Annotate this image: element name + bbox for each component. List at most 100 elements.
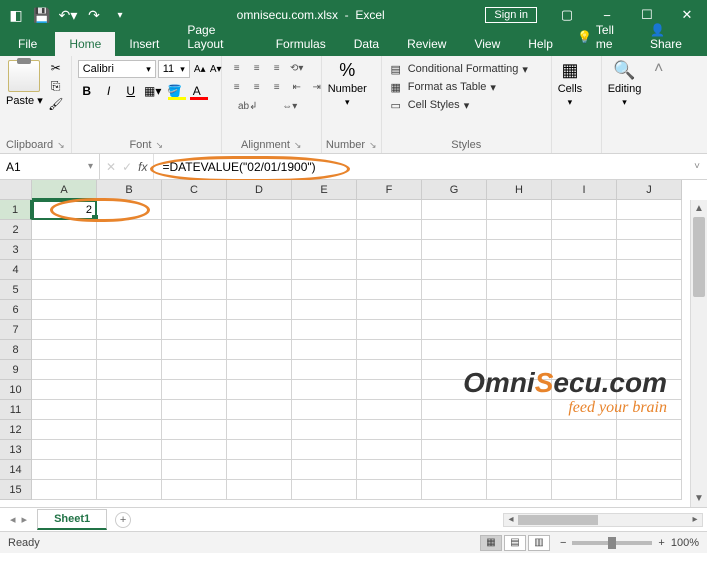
cell-g5[interactable] xyxy=(422,280,487,300)
cell-f8[interactable] xyxy=(357,340,422,360)
row-header-11[interactable]: 11 xyxy=(0,400,32,420)
cell-i8[interactable] xyxy=(552,340,617,360)
font-size-select[interactable]: 11▾ xyxy=(158,60,190,78)
cell-e4[interactable] xyxy=(292,260,357,280)
cell-c10[interactable] xyxy=(162,380,227,400)
row-header-5[interactable]: 5 xyxy=(0,280,32,300)
cell-e15[interactable] xyxy=(292,480,357,500)
cell-h4[interactable] xyxy=(487,260,552,280)
cell-a12[interactable] xyxy=(32,420,97,440)
cell-styles-button[interactable]: ▭Cell Styles ▾ xyxy=(388,96,470,114)
row-header-1[interactable]: 1 xyxy=(0,200,32,220)
cell-i1[interactable] xyxy=(552,200,617,220)
cell-d3[interactable] xyxy=(227,240,292,260)
cell-b9[interactable] xyxy=(97,360,162,380)
wrap-text-icon[interactable]: ab↲ xyxy=(228,98,268,114)
row-header-2[interactable]: 2 xyxy=(0,220,32,240)
sheet-nav-next-icon[interactable]: ▸ xyxy=(22,513,28,526)
cancel-formula-icon[interactable]: ✕ xyxy=(106,160,116,174)
cell-h14[interactable] xyxy=(487,460,552,480)
cell-g1[interactable] xyxy=(422,200,487,220)
cell-i3[interactable] xyxy=(552,240,617,260)
tab-review[interactable]: Review xyxy=(393,32,460,56)
cell-c8[interactable] xyxy=(162,340,227,360)
name-box[interactable]: A1▾ xyxy=(0,154,100,179)
align-top-icon[interactable]: ≡ xyxy=(228,60,246,76)
cell-e1[interactable] xyxy=(292,200,357,220)
column-header-f[interactable]: F xyxy=(357,180,422,200)
column-header-e[interactable]: E xyxy=(292,180,357,200)
undo-icon[interactable]: ↶▾ xyxy=(60,7,76,23)
cell-j5[interactable] xyxy=(617,280,682,300)
view-page-layout-icon[interactable]: ▤ xyxy=(504,535,526,551)
cell-f14[interactable] xyxy=(357,460,422,480)
border-icon[interactable]: ▦▾ xyxy=(144,82,162,100)
cell-a9[interactable] xyxy=(32,360,97,380)
row-header-14[interactable]: 14 xyxy=(0,460,32,480)
scroll-down-icon[interactable]: ▼ xyxy=(691,490,707,507)
cell-g15[interactable] xyxy=(422,480,487,500)
name-box-dropdown-icon[interactable]: ▾ xyxy=(88,161,93,172)
hscroll-right-icon[interactable]: ▸ xyxy=(688,514,702,525)
cell-b11[interactable] xyxy=(97,400,162,420)
zoom-level[interactable]: 100% xyxy=(671,537,699,549)
cell-a14[interactable] xyxy=(32,460,97,480)
cell-e9[interactable] xyxy=(292,360,357,380)
sign-in-button[interactable]: Sign in xyxy=(485,7,537,23)
cell-j13[interactable] xyxy=(617,440,682,460)
column-header-j[interactable]: J xyxy=(617,180,682,200)
cell-d2[interactable] xyxy=(227,220,292,240)
cut-icon[interactable]: ✂ xyxy=(47,60,65,76)
italic-button[interactable]: I xyxy=(100,82,118,100)
cell-e12[interactable] xyxy=(292,420,357,440)
font-name-select[interactable]: Calibri▾ xyxy=(78,60,156,78)
tab-view[interactable]: View xyxy=(460,32,514,56)
column-header-g[interactable]: G xyxy=(422,180,487,200)
column-header-d[interactable]: D xyxy=(227,180,292,200)
cell-j6[interactable] xyxy=(617,300,682,320)
hscroll-left-icon[interactable]: ◂ xyxy=(504,514,518,525)
cell-d4[interactable] xyxy=(227,260,292,280)
row-header-4[interactable]: 4 xyxy=(0,260,32,280)
cell-e8[interactable] xyxy=(292,340,357,360)
view-page-break-icon[interactable]: ▥ xyxy=(528,535,550,551)
sheet-nav-prev-icon[interactable]: ◂ xyxy=(10,513,16,526)
formula-input[interactable]: =DATEVALUE("02/01/1900") xyxy=(154,160,687,174)
cell-f4[interactable] xyxy=(357,260,422,280)
cell-g12[interactable] xyxy=(422,420,487,440)
cell-h9[interactable] xyxy=(487,360,552,380)
cell-h6[interactable] xyxy=(487,300,552,320)
number-dropdown-icon[interactable]: ▾ xyxy=(345,97,350,108)
cell-a3[interactable] xyxy=(32,240,97,260)
cell-h8[interactable] xyxy=(487,340,552,360)
cell-b2[interactable] xyxy=(97,220,162,240)
cell-j14[interactable] xyxy=(617,460,682,480)
row-header-10[interactable]: 10 xyxy=(0,380,32,400)
share-button[interactable]: 👤 Share xyxy=(638,18,707,56)
cell-a6[interactable] xyxy=(32,300,97,320)
cell-j15[interactable] xyxy=(617,480,682,500)
cell-b7[interactable] xyxy=(97,320,162,340)
cell-c12[interactable] xyxy=(162,420,227,440)
cell-e14[interactable] xyxy=(292,460,357,480)
alignment-launcher-icon[interactable]: ↘ xyxy=(294,140,302,151)
cell-e7[interactable] xyxy=(292,320,357,340)
editing-button[interactable]: 🔍 Editing ▾ xyxy=(608,60,642,108)
align-left-icon[interactable]: ≡ xyxy=(228,79,246,95)
cell-j8[interactable] xyxy=(617,340,682,360)
cell-f10[interactable] xyxy=(357,380,422,400)
cell-f2[interactable] xyxy=(357,220,422,240)
cell-a5[interactable] xyxy=(32,280,97,300)
vscroll-thumb[interactable] xyxy=(693,217,705,297)
increase-font-icon[interactable]: A▴ xyxy=(192,60,208,78)
cell-d5[interactable] xyxy=(227,280,292,300)
underline-button[interactable]: U xyxy=(122,82,140,100)
cell-j9[interactable] xyxy=(617,360,682,380)
redo-icon[interactable]: ↷ xyxy=(86,7,102,23)
copy-icon[interactable]: ⎘ xyxy=(47,78,65,94)
cell-f13[interactable] xyxy=(357,440,422,460)
column-header-h[interactable]: H xyxy=(487,180,552,200)
autosave-icon[interactable]: ◧ xyxy=(8,7,24,23)
font-color-icon[interactable]: A xyxy=(188,82,206,100)
row-header-6[interactable]: 6 xyxy=(0,300,32,320)
